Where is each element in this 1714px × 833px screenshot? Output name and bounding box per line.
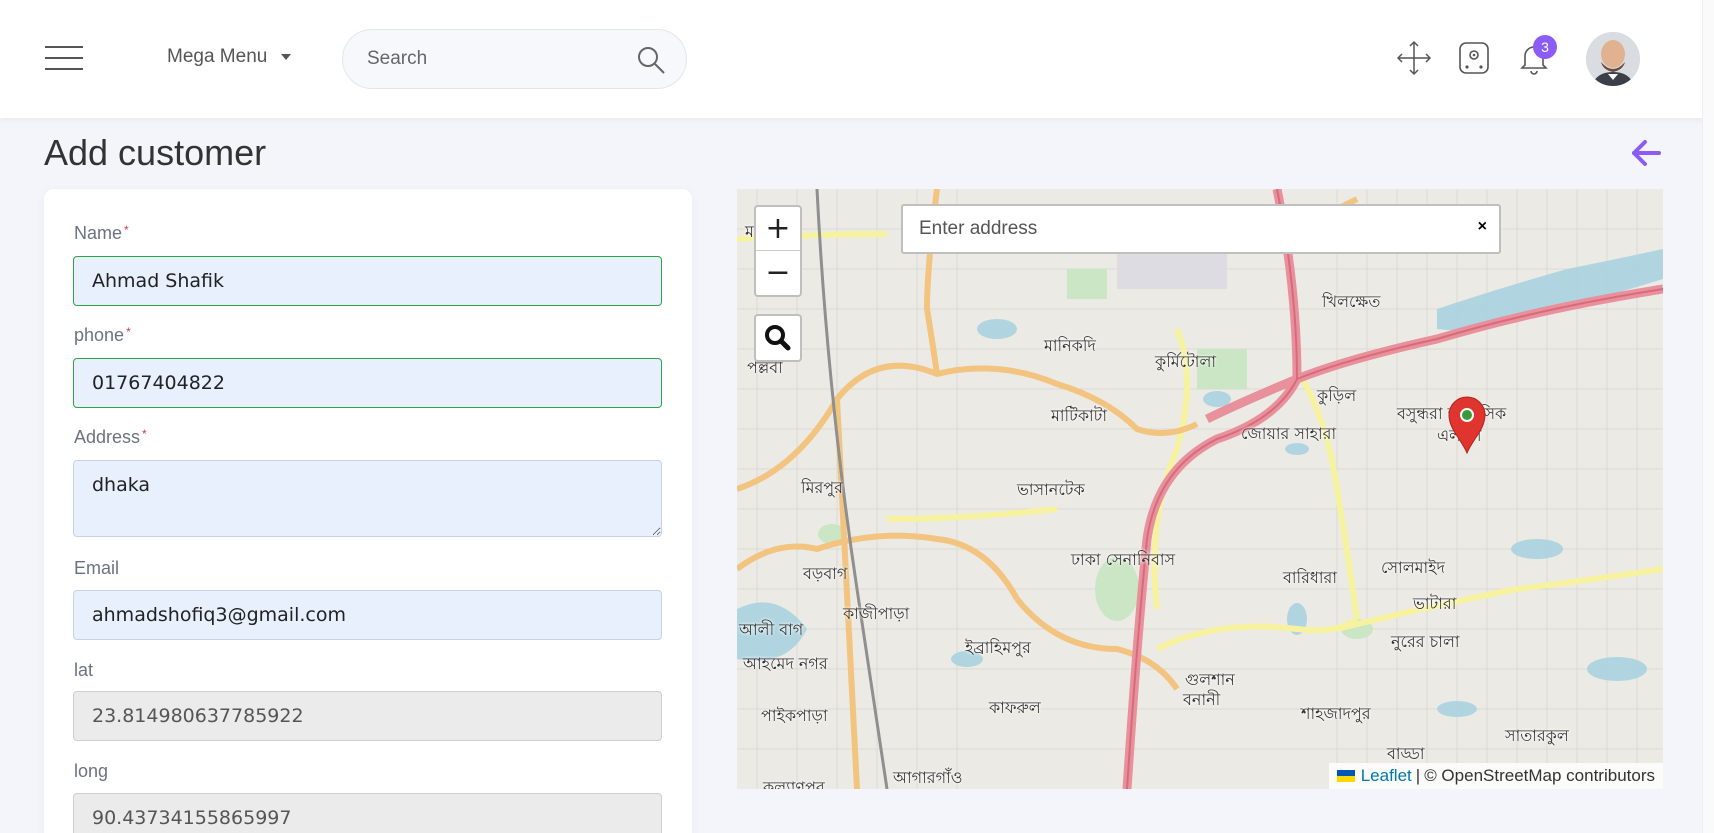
map-label: পাইকপাড়া [761, 706, 828, 725]
attribution-separator: | [1415, 766, 1421, 785]
address-search-input[interactable] [919, 206, 1439, 252]
page-scrollbar[interactable] [1702, 0, 1714, 833]
caret-down-icon [281, 54, 292, 60]
map-label: ঢাকা সেনানিবাস [1071, 550, 1176, 569]
map-label: সোলমাইদ [1381, 558, 1445, 577]
long-label: long [74, 761, 109, 781]
osm-attribution: © OpenStreetMap contributors [1424, 766, 1655, 785]
map-label: কুড়িল [1317, 386, 1357, 405]
lat-input[interactable] [73, 691, 662, 741]
top-header: Mega Menu 3 [0, 0, 1714, 118]
hamburger-menu-icon[interactable] [45, 46, 83, 70]
map-label: আগারগাঁও [893, 768, 963, 787]
page-title: Add customer [44, 132, 267, 173]
zoom-out-button[interactable]: − [756, 251, 800, 295]
address-textarea[interactable]: dhaka [73, 460, 662, 537]
map-label: নুরের চালা [1391, 632, 1460, 651]
map-label: মানিকদি [1044, 336, 1096, 355]
map-label: জোয়ার সাহারা [1241, 424, 1337, 443]
map-label: কল্যাণপুর [763, 778, 825, 789]
map-label: কুর্মিটোলা [1155, 352, 1217, 371]
map-marker-icon[interactable] [1447, 395, 1487, 455]
map-label: কাফরুল [989, 698, 1041, 717]
search-input[interactable] [367, 30, 627, 88]
name-input[interactable] [73, 256, 662, 306]
map-label: বারিধারা [1283, 568, 1337, 587]
zoom-control: + − [754, 205, 802, 297]
long-input[interactable] [73, 793, 662, 833]
map-label: কাজীপাড়া [843, 604, 910, 623]
map-label: আহমেদ নগর [743, 654, 828, 673]
apps-icon[interactable] [1454, 38, 1494, 78]
email-label: Email [74, 558, 120, 578]
map-label: ভাটারা [1413, 594, 1457, 613]
search-icon[interactable] [636, 45, 666, 75]
address-search-box: × [901, 204, 1501, 254]
map-label: ইব্রাহিমপুর [965, 638, 1031, 657]
mega-menu-dropdown[interactable]: Mega Menu [167, 46, 292, 68]
magnifier-icon [765, 325, 791, 351]
phone-input[interactable] [73, 358, 662, 408]
name-label: Name * [74, 223, 129, 243]
map-label: সাতারকুল [1505, 726, 1569, 745]
mega-menu-label: Mega Menu [167, 46, 268, 67]
map-attribution: Leaflet | © OpenStreetMap contributors [1328, 763, 1663, 789]
leaflet-link[interactable]: Leaflet [1361, 763, 1412, 789]
back-arrow-icon[interactable] [1630, 138, 1662, 168]
lat-label: lat [74, 660, 94, 680]
zoom-in-button[interactable]: + [756, 207, 800, 251]
address-label: Address * [74, 427, 147, 447]
map-label: শাহজাদপুর [1301, 704, 1371, 723]
location-map[interactable]: মানিবাস খিলক্ষেত মানিকদি কুর্মিটোলা কুড়… [737, 189, 1663, 789]
map-label: মিরপুর [801, 478, 843, 497]
map-label: খিলক্ষেত [1322, 292, 1381, 311]
clear-address-button[interactable]: × [1478, 218, 1487, 236]
map-label: বনানী [1183, 690, 1221, 709]
header-search [342, 29, 687, 89]
map-label: মাটিকাটা [1051, 406, 1108, 425]
fullscreen-move-icon[interactable] [1394, 38, 1434, 78]
map-search-button[interactable] [754, 314, 802, 362]
map-label: আলী বাগ [739, 620, 804, 639]
email-input[interactable] [73, 590, 662, 640]
map-label: বড়বাগ [803, 564, 848, 583]
map-label: ভাসানটেক [1017, 480, 1085, 499]
customer-form-card: Name* phone* Address* dhaka Email lat lo… [44, 189, 692, 833]
user-avatar[interactable] [1586, 32, 1640, 86]
phone-label: phone * [74, 325, 131, 345]
notification-badge: 3 [1533, 35, 1557, 59]
ukraine-flag-icon [1336, 770, 1355, 782]
